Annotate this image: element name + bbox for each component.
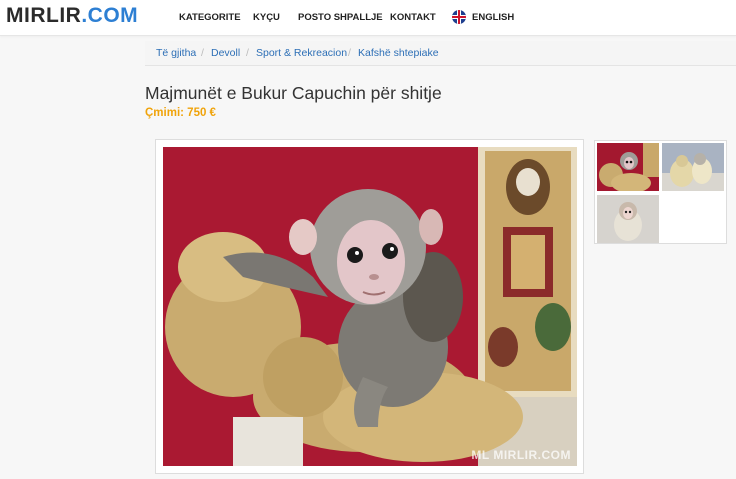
nav-login[interactable]: KYÇU bbox=[253, 12, 280, 23]
breadcrumb-pets[interactable]: Kafshë shtepiake bbox=[358, 47, 439, 59]
breadcrumb-separator: / bbox=[348, 47, 351, 59]
nav-language-english[interactable]: ENGLISH bbox=[472, 12, 514, 23]
logo-text-domain: .COM bbox=[81, 4, 139, 27]
nav-contact[interactable]: KONTAKT bbox=[390, 12, 436, 23]
breadcrumb-sport[interactable]: Sport & Rekreacion bbox=[256, 47, 347, 59]
logo-text-main: MIRLIR bbox=[6, 4, 82, 27]
site-logo[interactable]: MIRLIR.COM bbox=[6, 4, 138, 28]
thumbnail-2[interactable] bbox=[662, 143, 724, 191]
main-image-frame: ML MIRLIR.COM bbox=[155, 139, 584, 474]
listing-price: Çmimi: 750 € bbox=[145, 107, 216, 119]
nav-post-ad[interactable]: POSTO SHPALLJE bbox=[298, 12, 383, 23]
monkey-photo-illustration bbox=[163, 147, 577, 466]
nav-categories[interactable]: KATEGORITE bbox=[179, 12, 241, 23]
listing-title: Majmunët e Bukur Capuchin për shitje bbox=[145, 83, 442, 103]
top-navbar: MIRLIR.COM KATEGORITE KYÇU POSTO SHPALLJ… bbox=[0, 0, 736, 36]
breadcrumb: Të gjitha / Devoll / Sport & Rekreacion … bbox=[145, 41, 736, 66]
image-watermark: ML MIRLIR.COM bbox=[471, 448, 571, 462]
main-listing-photo[interactable]: ML MIRLIR.COM bbox=[163, 147, 577, 466]
breadcrumb-separator: / bbox=[246, 47, 249, 59]
breadcrumb-devoll[interactable]: Devoll bbox=[211, 47, 240, 59]
uk-flag-icon[interactable] bbox=[452, 10, 466, 24]
breadcrumb-separator: / bbox=[201, 47, 204, 59]
thumbnail-gallery bbox=[594, 140, 727, 244]
thumbnail-1[interactable] bbox=[597, 143, 659, 191]
breadcrumb-all[interactable]: Të gjitha bbox=[156, 47, 196, 59]
thumbnail-3[interactable] bbox=[597, 195, 659, 243]
